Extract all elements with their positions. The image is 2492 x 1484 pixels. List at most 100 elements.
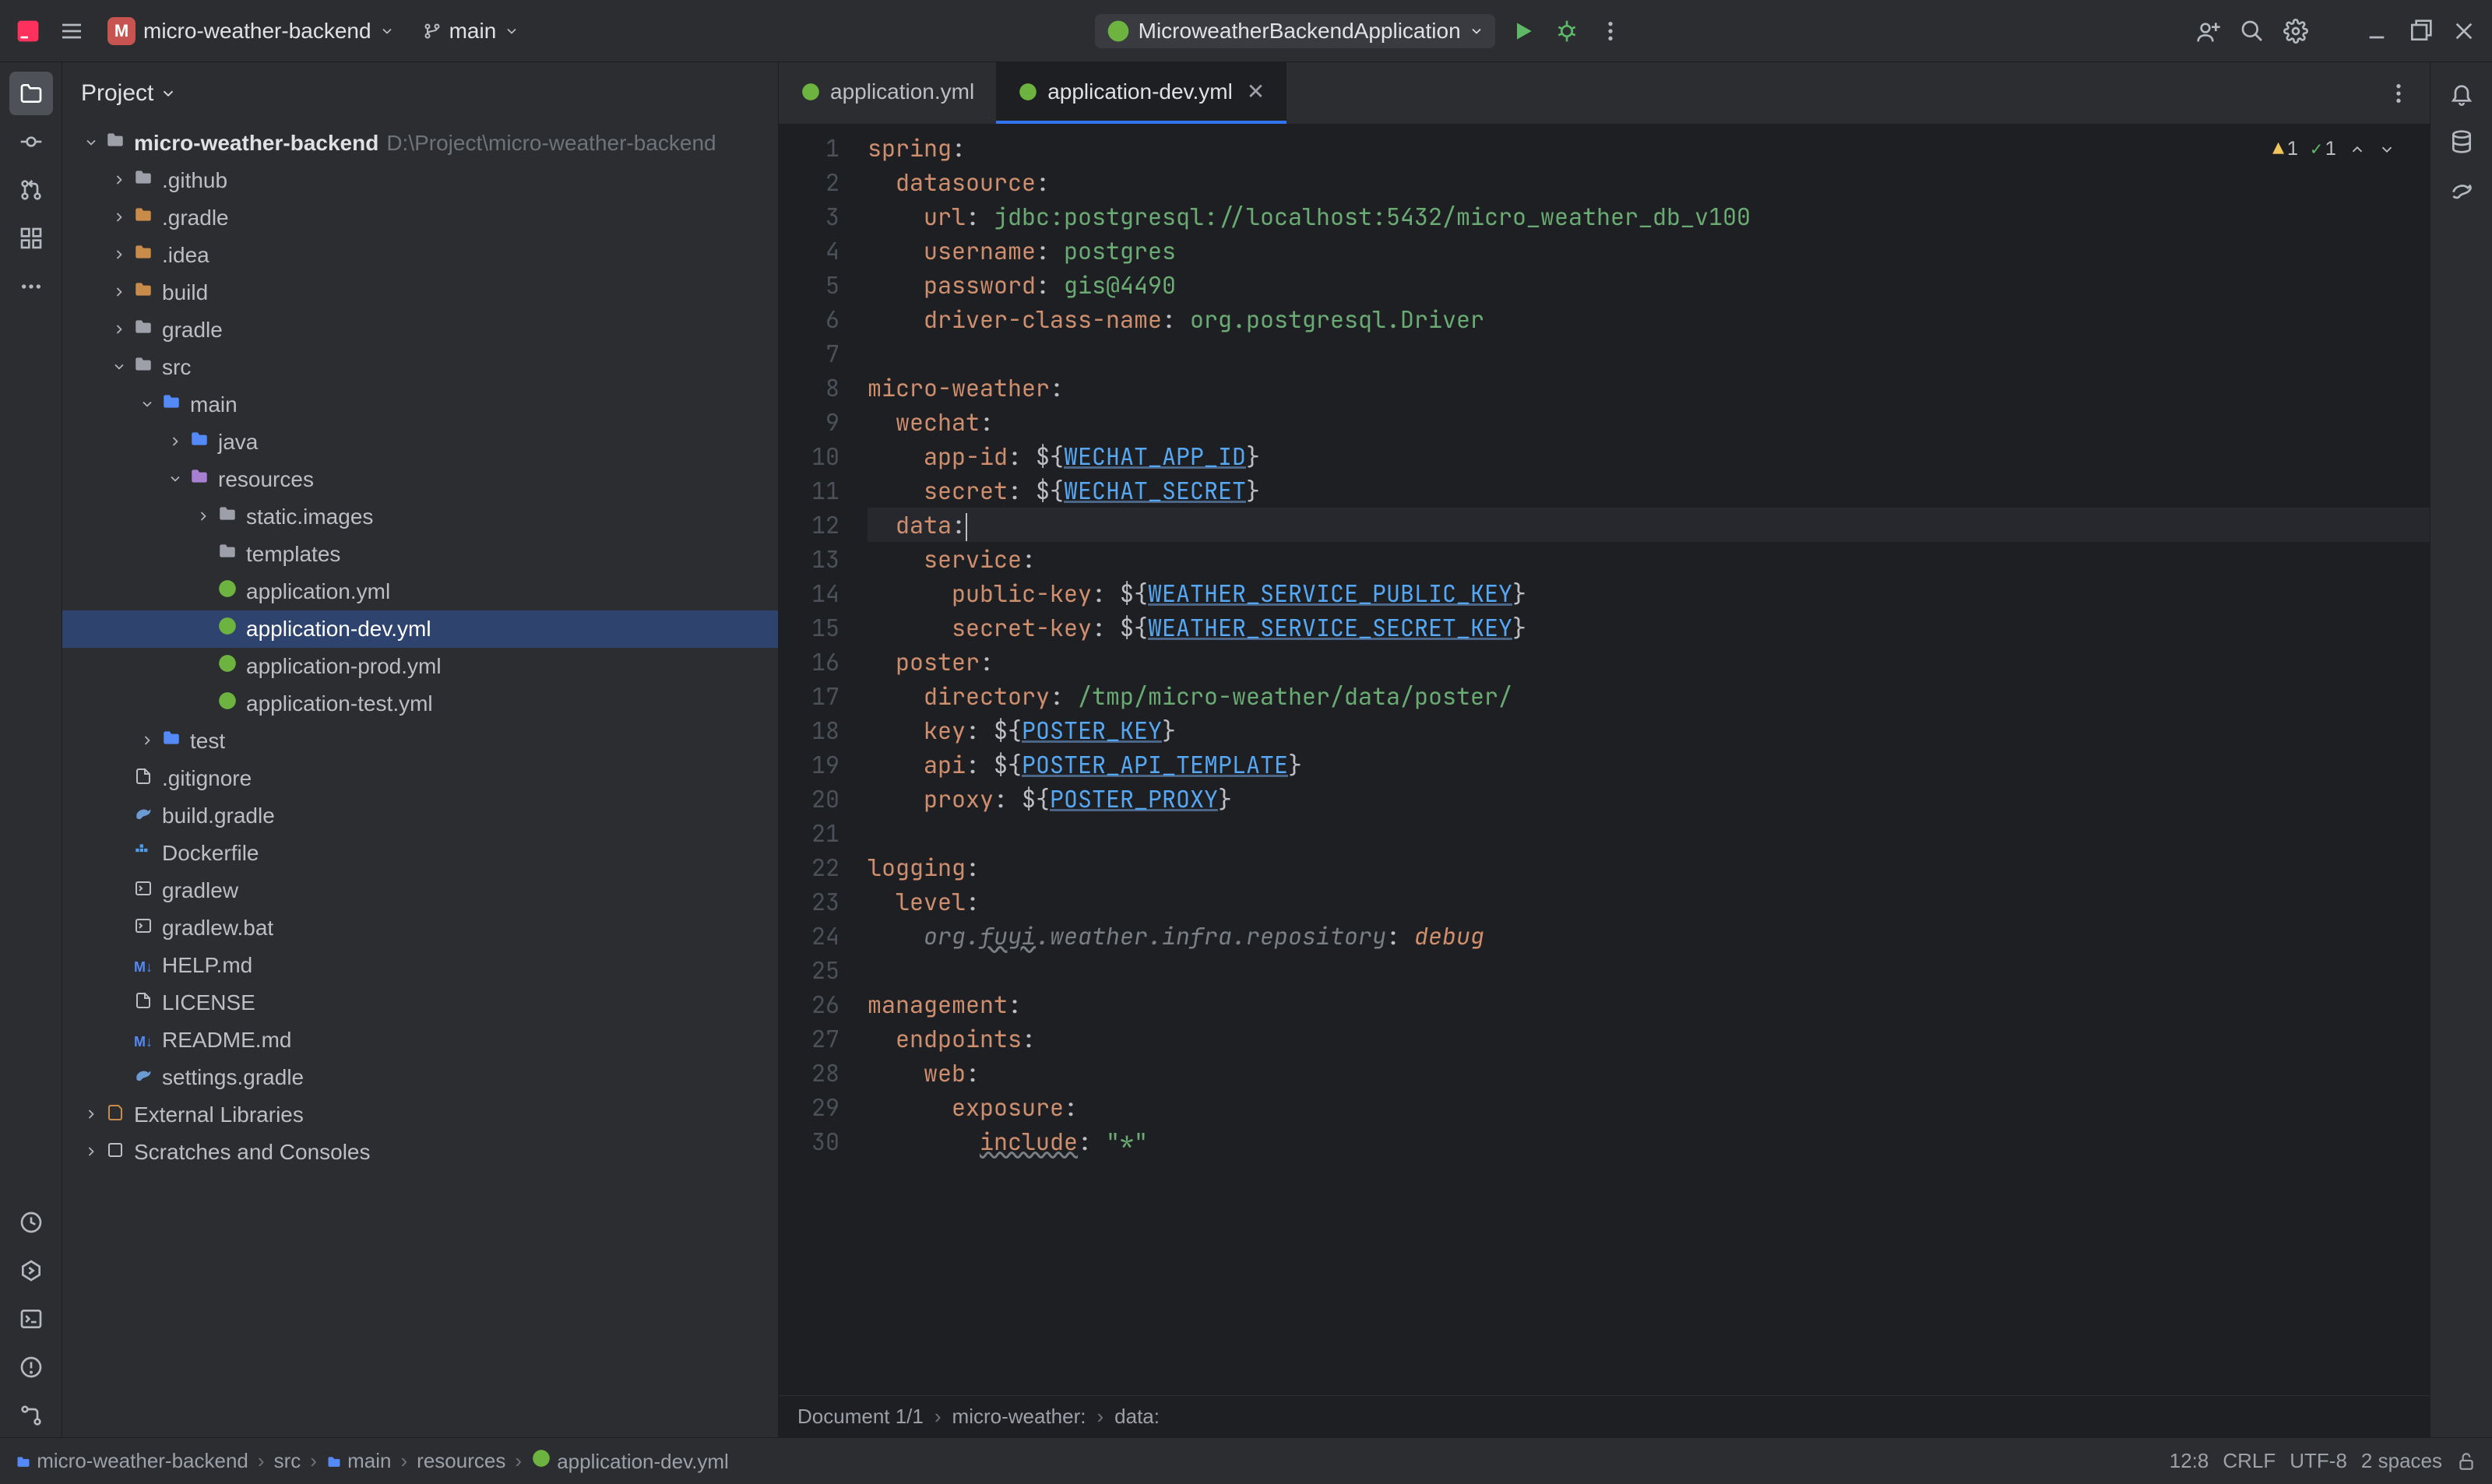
close-tab-icon[interactable]: ✕	[1247, 79, 1265, 104]
left-tool-strip	[0, 62, 62, 1437]
tree-item[interactable]: settings.gradle	[62, 1059, 778, 1096]
chevron-down-icon	[504, 23, 519, 39]
tree-item[interactable]: application-prod.yml	[62, 648, 778, 685]
more-actions-icon[interactable]	[1595, 16, 1626, 47]
nav-bar-item[interactable]: src	[274, 1449, 301, 1473]
vcs-tool-button[interactable]	[9, 1394, 53, 1437]
readonly-lock-icon[interactable]	[2456, 1451, 2476, 1472]
line-number-gutter: 1234567891011121314151617181920212223242…	[779, 125, 857, 1395]
tree-item[interactable]: .gitignore	[62, 760, 778, 797]
settings-icon[interactable]	[2280, 16, 2311, 47]
tree-item[interactable]: .gradle	[62, 199, 778, 237]
debug-button[interactable]	[1551, 16, 1582, 47]
terminal-tool-button[interactable]	[9, 1297, 53, 1341]
minimize-icon[interactable]	[2361, 16, 2392, 47]
editor-tab[interactable]: application.yml	[779, 62, 996, 124]
tree-item[interactable]: gradlew	[62, 872, 778, 909]
tree-item[interactable]: gradle	[62, 311, 778, 349]
branch-icon	[423, 22, 442, 40]
code-editor[interactable]: 1234567891011121314151617181920212223242…	[779, 125, 2430, 1395]
tree-item[interactable]: static.images	[62, 498, 778, 536]
profiler-tool-button[interactable]	[9, 1201, 53, 1244]
tab-options-icon[interactable]	[2383, 78, 2414, 109]
project-tree[interactable]: micro-weather-backendD:\Project\micro-we…	[62, 125, 778, 1437]
navigation-bar[interactable]: micro-weather-backend›src› main›resource…	[16, 1448, 729, 1474]
line-separator[interactable]: CRLF	[2223, 1449, 2276, 1473]
titlebar: M micro-weather-backend main Microweathe…	[0, 0, 2492, 62]
spring-icon	[1106, 19, 1131, 44]
branch-selector[interactable]: main	[415, 14, 528, 48]
branch-name: main	[449, 19, 497, 44]
tree-item[interactable]: M↓README.md	[62, 1022, 778, 1059]
tree-item[interactable]: test	[62, 723, 778, 760]
editor-area: application.ymlapplication-dev.yml✕ 1234…	[779, 62, 2430, 1437]
project-pane: Project micro-weather-backendD:\Project\…	[62, 62, 779, 1437]
main-menu-icon[interactable]	[56, 16, 87, 47]
ok-count[interactable]: 1	[2311, 132, 2336, 167]
nav-bar-item[interactable]: micro-weather-backend	[16, 1449, 248, 1473]
tree-item[interactable]: build.gradle	[62, 797, 778, 835]
chevron-down-icon	[379, 23, 395, 39]
indent-setting[interactable]: 2 spaces	[2361, 1449, 2442, 1473]
tree-ext-libs[interactable]: External Libraries	[62, 1096, 778, 1134]
editor-tab[interactable]: application-dev.yml✕	[996, 62, 1286, 124]
breadcrumb-p1[interactable]: micro-weather:	[952, 1405, 1086, 1429]
services-tool-button[interactable]	[9, 1249, 53, 1292]
status-bar: micro-weather-backend›src› main›resource…	[0, 1437, 2492, 1484]
commit-tool-button[interactable]	[9, 120, 53, 164]
tree-item[interactable]: main	[62, 386, 778, 424]
main-logo-icon[interactable]	[12, 16, 44, 47]
nav-bar-item[interactable]: application-dev.yml	[531, 1448, 729, 1474]
database-tool-button[interactable]	[2440, 120, 2483, 164]
warnings-count[interactable]: 1	[2272, 132, 2298, 167]
project-badge: M	[107, 17, 136, 45]
tree-item[interactable]: src	[62, 349, 778, 386]
tree-item[interactable]: build	[62, 274, 778, 311]
breadcrumb-doc: Document 1/1	[797, 1405, 924, 1429]
chevron-down-icon	[160, 85, 177, 102]
tree-item[interactable]: application.yml	[62, 573, 778, 610]
file-encoding[interactable]: UTF-8	[2290, 1449, 2347, 1473]
tree-item[interactable]: LICENSE	[62, 984, 778, 1022]
breadcrumb-p2[interactable]: data:	[1114, 1405, 1160, 1429]
project-selector[interactable]: M micro-weather-backend	[100, 12, 403, 50]
run-configuration-selector[interactable]: MicroweatherBackendApplication	[1095, 14, 1495, 48]
chevron-down-icon[interactable]	[2378, 141, 2395, 158]
tree-item[interactable]: .idea	[62, 237, 778, 274]
pull-requests-tool-button[interactable]	[9, 168, 53, 212]
search-icon[interactable]	[2237, 16, 2268, 47]
tree-item[interactable]: gradlew.bat	[62, 909, 778, 947]
tree-item[interactable]: resources	[62, 461, 778, 498]
code-content[interactable]: 1 1 spring: datasource: url: jdbc:postgr…	[857, 125, 2430, 1395]
editor-breadcrumb[interactable]: Document 1/1 › micro-weather: › data:	[779, 1395, 2430, 1437]
code-with-me-icon[interactable]	[2193, 16, 2224, 47]
tree-item[interactable]: M↓HELP.md	[62, 947, 778, 984]
tree-item[interactable]: templates	[62, 536, 778, 573]
right-tool-strip	[2430, 62, 2492, 1437]
tree-item[interactable]: Dockerfile	[62, 835, 778, 872]
run-button[interactable]	[1508, 16, 1539, 47]
editor-tabs: application.ymlapplication-dev.yml✕	[779, 62, 2430, 125]
nav-bar-item[interactable]: main	[326, 1449, 392, 1473]
gradle-tool-button[interactable]	[2440, 168, 2483, 212]
tree-item[interactable]: java	[62, 424, 778, 461]
project-pane-title: Project	[81, 80, 153, 107]
project-tool-button[interactable]	[9, 72, 53, 115]
inspections-widget[interactable]: 1 1	[2272, 132, 2395, 167]
tree-scratches[interactable]: Scratches and Consoles	[62, 1134, 778, 1171]
close-icon[interactable]	[2448, 16, 2480, 47]
chevron-up-icon[interactable]	[2349, 141, 2366, 158]
tree-item[interactable]: application-dev.yml	[62, 610, 778, 648]
tree-item[interactable]: .github	[62, 162, 778, 199]
maximize-icon[interactable]	[2405, 16, 2436, 47]
nav-bar-item[interactable]: resources	[417, 1449, 505, 1473]
notifications-tool-button[interactable]	[2440, 72, 2483, 115]
run-config-label: MicroweatherBackendApplication	[1139, 19, 1461, 44]
structure-tool-button[interactable]	[9, 216, 53, 260]
tree-root[interactable]: micro-weather-backendD:\Project\micro-we…	[62, 125, 778, 162]
tree-item[interactable]: application-test.yml	[62, 685, 778, 723]
caret-position[interactable]: 12:8	[2170, 1449, 2209, 1473]
more-tool-button[interactable]	[9, 265, 53, 308]
problems-tool-button[interactable]	[9, 1345, 53, 1389]
project-pane-header[interactable]: Project	[62, 62, 778, 125]
